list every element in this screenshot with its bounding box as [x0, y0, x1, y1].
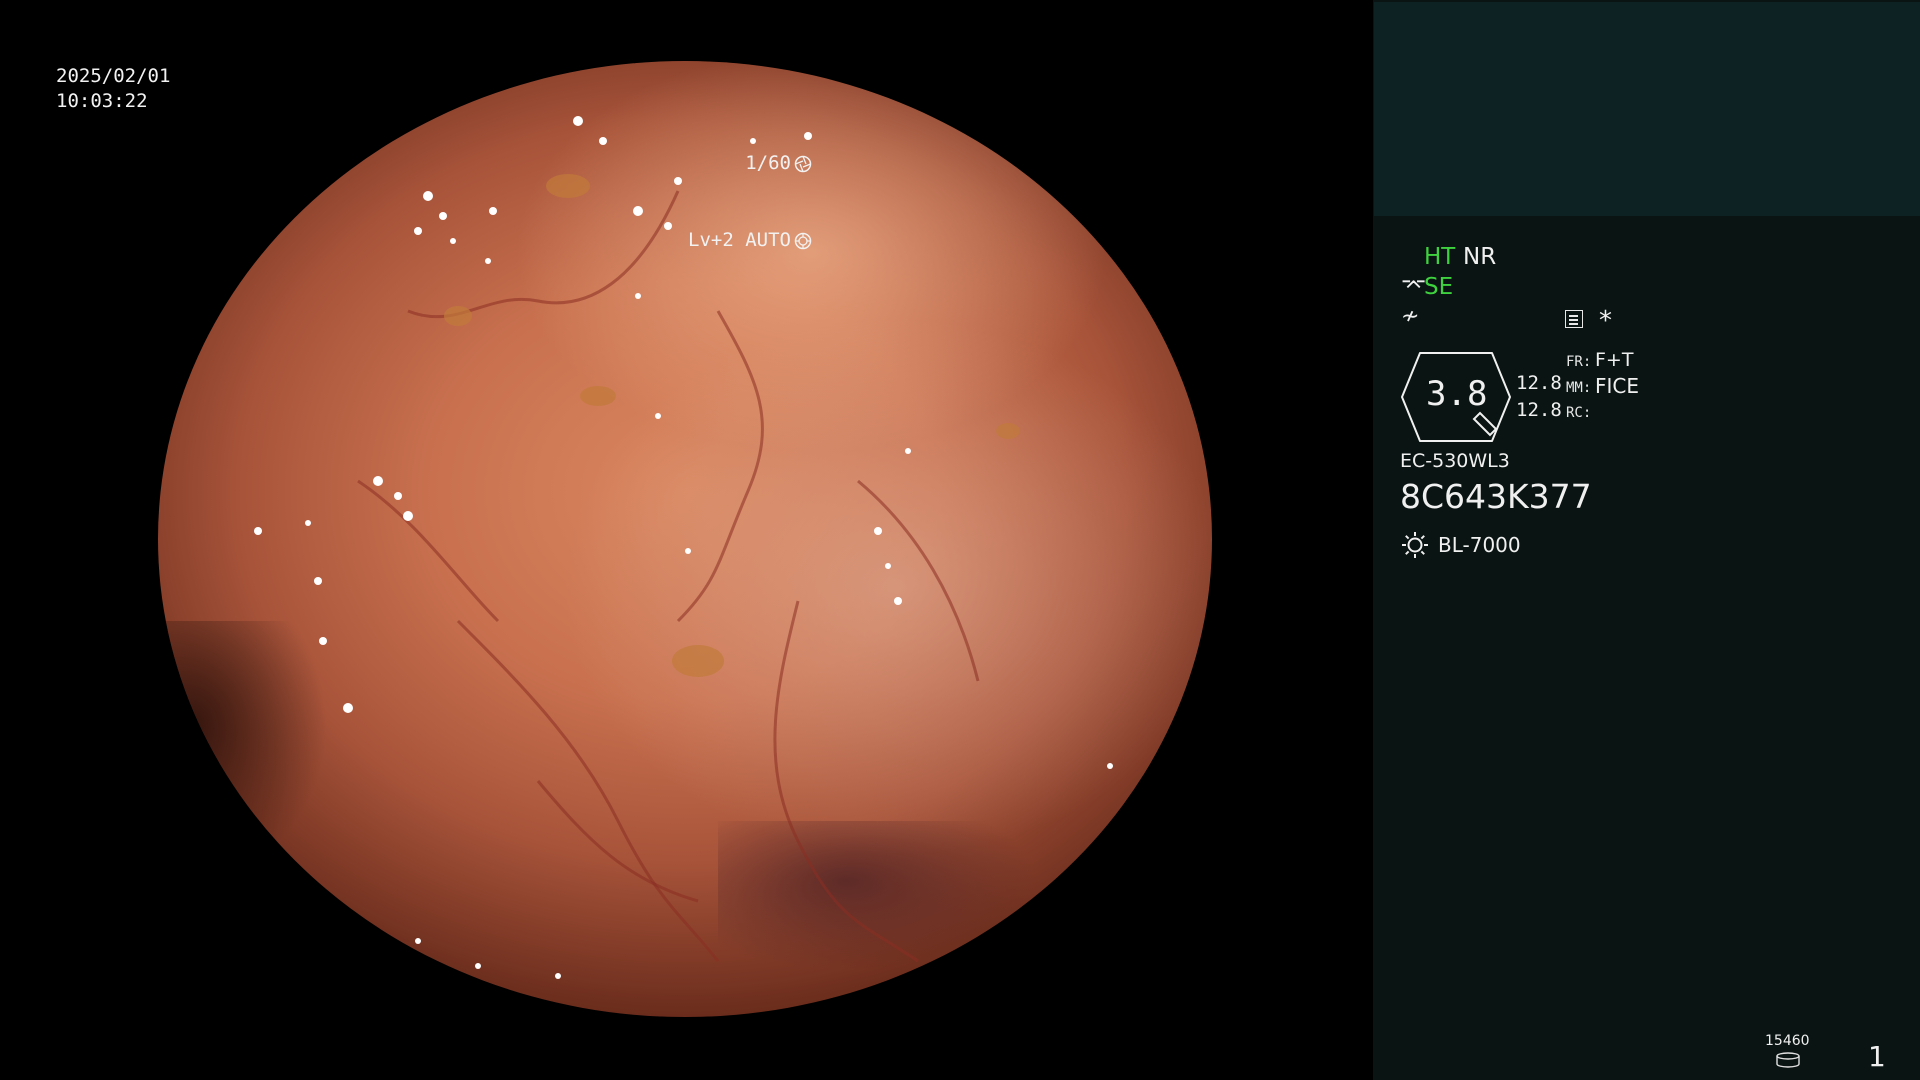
brightness-level: Lv+2 AUTO — [688, 229, 791, 251]
zoom-scale-2: 12.8 — [1516, 399, 1562, 421]
exposure-info: 1/60 Lv+2 AUTO — [688, 100, 812, 304]
vessel-pattern — [254, 116, 1113, 979]
date-text: 2025/02/01 — [56, 65, 171, 87]
info-panel-header — [1374, 2, 1920, 216]
fr-label: FR: — [1566, 354, 1592, 370]
light-source-icon — [1402, 532, 1428, 558]
zoom-value: 3.8 — [1426, 374, 1488, 414]
nr-indicator: NR — [1463, 244, 1497, 270]
zoom-scale-1: 12.8 — [1516, 372, 1562, 394]
serial-number: 8C643K377 — [1400, 477, 1592, 516]
time-text: 10:03:22 — [56, 90, 148, 112]
asterisk-icon: * — [1599, 306, 1612, 336]
shutter-icon — [794, 155, 812, 172]
shutter-speed: 1/60 — [745, 152, 791, 174]
fr-value: F+T — [1595, 349, 1634, 371]
rc-label: RC: — [1566, 405, 1592, 421]
image-counter: 15460 — [1765, 1033, 1810, 1049]
mm-label: MM: — [1566, 380, 1592, 396]
light-source-model: BL-7000 — [1438, 533, 1521, 557]
disk-icon — [1776, 1052, 1800, 1068]
memo-icon — [1565, 310, 1583, 328]
iris-icon — [794, 232, 812, 249]
scope-model: EC-530WL3 — [1400, 450, 1510, 472]
ht-indicator: HT — [1424, 244, 1456, 270]
se-indicator: SE — [1424, 274, 1454, 300]
page-number: 1 — [1868, 1040, 1886, 1073]
endoscope-image — [158, 61, 1212, 1017]
timestamp: 2025/02/01 10:03:22 — [56, 64, 170, 114]
endoscopic-view: 2025/02/01 10:03:22 1/60 Lv+2 AUTO — [0, 0, 1372, 1080]
scope-se-icon: ⌤ — [1401, 274, 1427, 299]
zigzag-icon: ≁ — [1401, 304, 1420, 329]
mm-value: FICE — [1595, 374, 1640, 398]
